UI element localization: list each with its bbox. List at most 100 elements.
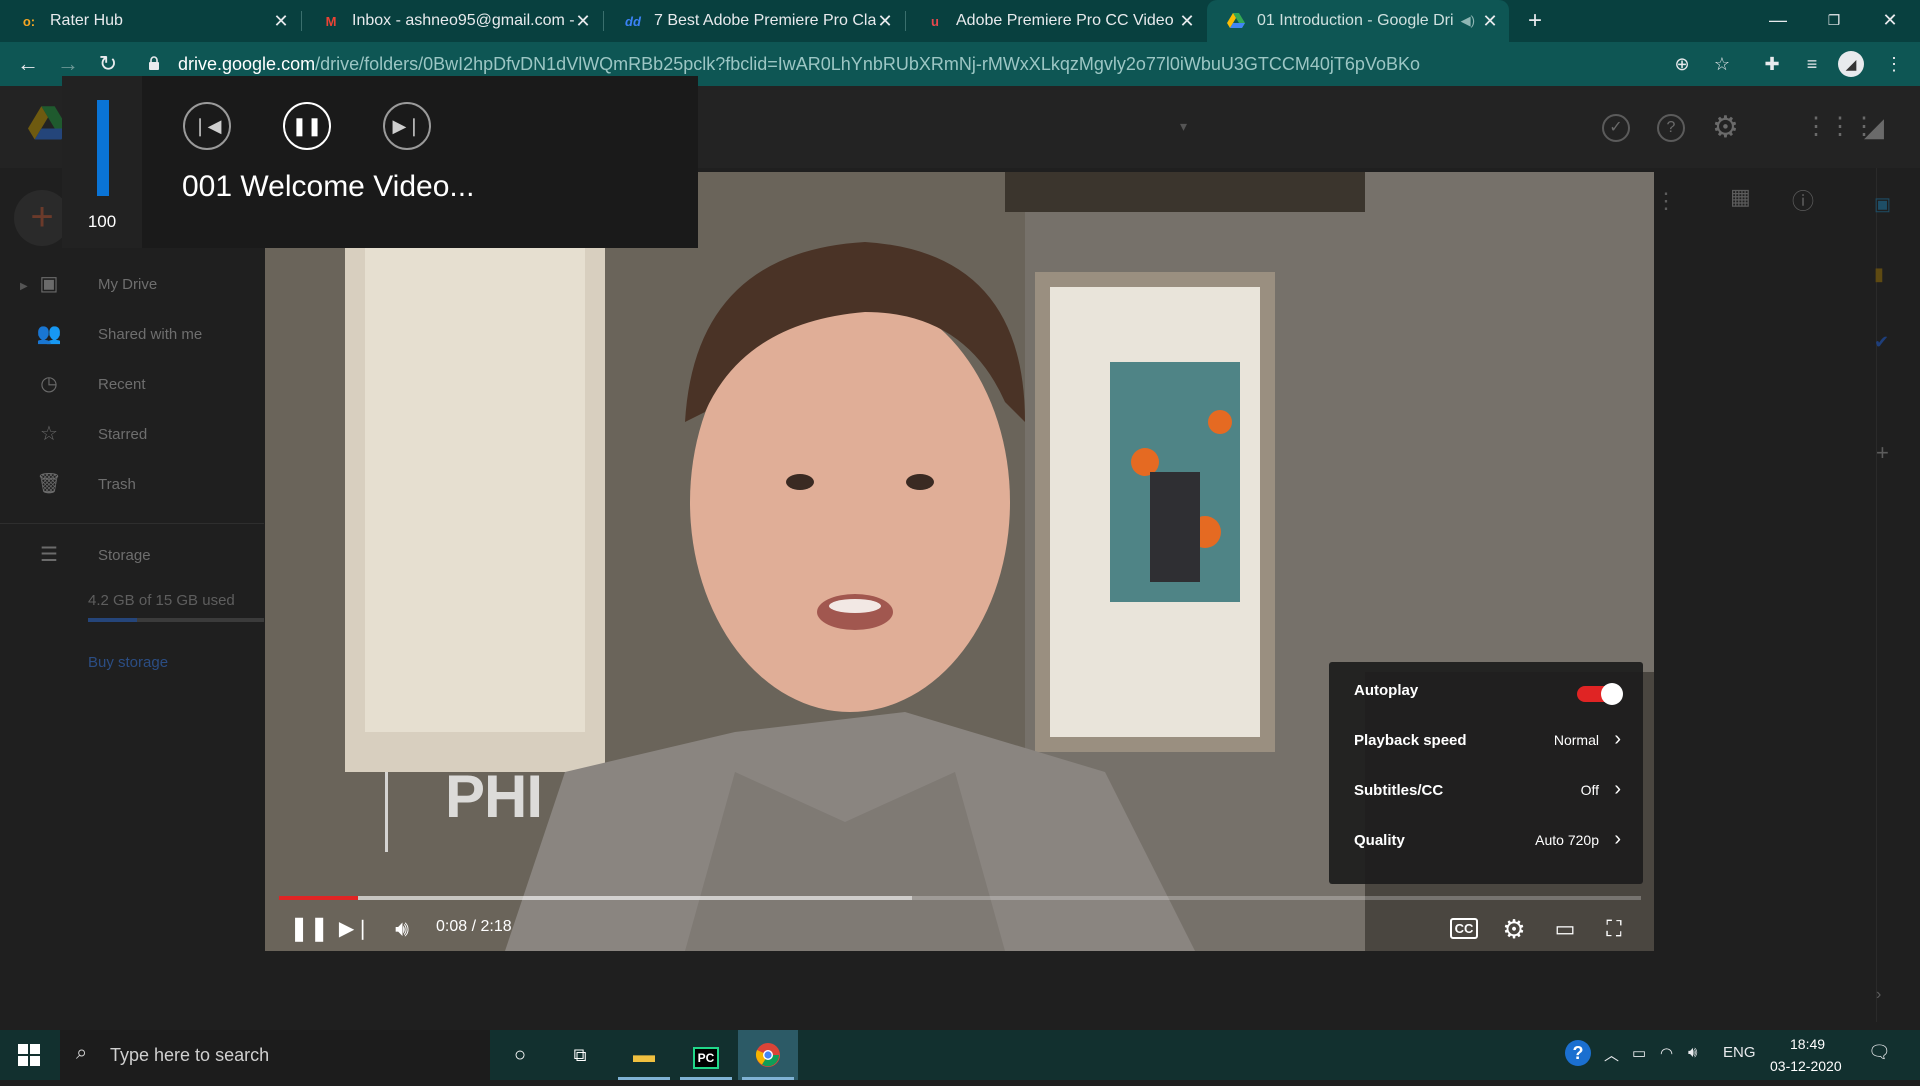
tab-gmail[interactable]: M Inbox - ashneo95@gmail.com - G ✕ — [302, 0, 602, 42]
menu-item-autoplay[interactable]: Autoplay — [1329, 666, 1643, 716]
previous-track-button[interactable]: ❘◀ — [183, 102, 231, 150]
tab-udemy[interactable]: u Adobe Premiere Pro CC Video Ed ✕ — [906, 0, 1206, 42]
wifi-icon[interactable]: ◠ — [1660, 1044, 1673, 1062]
close-icon[interactable]: ✕ — [1481, 11, 1499, 32]
buy-storage-link[interactable]: Buy storage — [88, 654, 168, 671]
collapse-panel-icon[interactable]: › — [1876, 986, 1881, 1004]
sidebar-item-label: Recent — [98, 375, 146, 393]
close-window-button[interactable]: ✕ — [1862, 0, 1918, 40]
subtitles-value: Off — [1580, 782, 1599, 798]
clock-date[interactable]: 03-12-2020 — [1770, 1058, 1842, 1074]
search-placeholder: Type here to search — [110, 1045, 270, 1065]
add-addon-icon[interactable]: + — [1876, 440, 1889, 466]
keep-icon[interactable]: ▮ — [1874, 264, 1884, 285]
volume-icon[interactable]: 🔊︎ — [385, 912, 419, 946]
grid-view-icon[interactable]: ▦ — [1730, 184, 1751, 210]
sidebar-item-my-drive[interactable]: ▣ My Drive — [36, 269, 158, 299]
more-options-icon[interactable]: ⋮ — [1655, 188, 1677, 214]
time-display: 0:08 / 2:18 — [436, 918, 512, 935]
close-icon[interactable]: ✕ — [272, 11, 290, 32]
menu-item-playback-speed[interactable]: Playback speed Normal › — [1329, 716, 1643, 766]
clock-time[interactable]: 18:49 — [1790, 1036, 1825, 1052]
lower-third-text: PHI — [445, 763, 543, 830]
url-path: /drive/folders/0BwI2hpDfvDN1dVlWQmRBb25p… — [315, 54, 1420, 74]
notifications-icon[interactable]: 🗨︎ — [1868, 1042, 1891, 1063]
volume-fill — [97, 100, 109, 196]
help-icon[interactable]: ? — [1657, 114, 1685, 142]
volume-panel[interactable]: 100 — [62, 76, 142, 248]
battery-icon[interactable]: ▭ — [1632, 1044, 1646, 1062]
browser-tab-strip: o: Rater Hub ✕ M Inbox - ashneo95@gmail.… — [0, 0, 1920, 42]
install-icon[interactable]: ⊕ — [1668, 50, 1696, 78]
sidebar-item-storage[interactable]: ☰ Storage — [36, 540, 151, 570]
speaker-icon[interactable]: ◀) — [1461, 13, 1475, 29]
bookmark-star-icon[interactable]: ☆ — [1708, 50, 1736, 78]
side-panel-divider — [1876, 168, 1877, 1022]
menu-item-quality[interactable]: Quality Auto 720p › — [1329, 816, 1643, 866]
extensions-icon[interactable]: ✚ — [1758, 50, 1786, 78]
info-icon[interactable]: ⓘ — [1792, 184, 1814, 216]
volume-value: 100 — [87, 212, 117, 231]
search-options-icon[interactable]: ▾ — [1180, 118, 1187, 135]
restore-button[interactable]: ❐ — [1806, 0, 1862, 40]
media-control-icon[interactable]: ≡ — [1798, 50, 1826, 78]
playback-speed-value: Normal — [1553, 732, 1599, 748]
tab-rater-hub[interactable]: o: Rater Hub ✕ — [0, 0, 300, 42]
taskbar-search[interactable]: ⌕ Type here to search — [60, 1030, 490, 1080]
close-icon[interactable]: ✕ — [1178, 11, 1196, 32]
autoplay-toggle[interactable] — [1577, 683, 1625, 705]
next-track-button[interactable]: ▶❘ — [383, 102, 431, 150]
quality-label: Quality — [1354, 832, 1405, 849]
captions-button[interactable]: CC — [1447, 912, 1481, 946]
sidebar-item-recent[interactable]: ◷ Recent — [36, 369, 146, 399]
file-explorer-icon[interactable]: ▬ — [614, 1030, 674, 1080]
sidebar-item-label: Trash — [98, 475, 136, 493]
pause-button[interactable]: ❚❚ — [289, 912, 329, 946]
sidebar-item-trash[interactable]: 🗑 Trash — [36, 469, 136, 499]
lower-third-line — [385, 772, 388, 852]
progress-bar[interactable] — [279, 896, 1641, 900]
next-button[interactable]: ▶❘ — [338, 912, 372, 946]
windows-start-icon[interactable] — [18, 1044, 40, 1066]
cortana-icon[interactable]: ○ — [490, 1030, 550, 1080]
minimize-button[interactable]: — — [1750, 0, 1806, 40]
expand-arrow-icon[interactable]: ▶ — [20, 281, 28, 292]
udemy-icon: u — [931, 13, 939, 29]
offline-check-icon[interactable]: ✓ — [1602, 114, 1630, 142]
tab-premiere-classes[interactable]: dd 7 Best Adobe Premiere Pro Class ✕ — [604, 0, 904, 42]
video-player[interactable]: PHI Autoplay Playback speed Normal › Sub… — [265, 172, 1654, 951]
close-icon[interactable]: ✕ — [876, 11, 894, 32]
playback-speed-label: Playback speed — [1354, 732, 1467, 749]
help-tray-icon[interactable]: ? — [1565, 1040, 1591, 1066]
tasks-icon[interactable]: ✔ — [1874, 332, 1889, 353]
show-hidden-icons[interactable]: ︿ — [1604, 1044, 1619, 1065]
chrome-menu-icon[interactable]: ⋮ — [1880, 50, 1908, 78]
play-pause-button[interactable]: ❚❚ — [283, 102, 331, 150]
storage-label: Storage — [98, 546, 151, 564]
profile-avatar[interactable]: ◢ — [1838, 51, 1864, 77]
language-indicator[interactable]: ENG — [1723, 1044, 1756, 1061]
sidebar-divider — [0, 523, 264, 524]
chevron-right-icon: › — [1614, 828, 1621, 850]
pycharm-icon[interactable]: PC — [676, 1030, 736, 1080]
chrome-icon[interactable] — [738, 1030, 798, 1080]
back-button[interactable]: ← — [12, 48, 44, 80]
sidebar-item-label: My Drive — [98, 275, 158, 293]
fullscreen-button[interactable]: ⛶ — [1597, 912, 1631, 946]
task-view-icon[interactable]: ⧉ — [550, 1030, 610, 1080]
menu-item-subtitles[interactable]: Subtitles/CC Off › — [1329, 766, 1643, 816]
taskbar: ⌕ Type here to search ○ ⧉ ▬ PC ? ︿ ▭ ◠ 🔊… — [0, 1030, 1920, 1080]
close-icon[interactable]: ✕ — [574, 11, 592, 32]
sidebar-item-shared[interactable]: 👥 Shared with me — [36, 319, 203, 349]
volume-track[interactable] — [97, 100, 109, 196]
settings-gear-icon[interactable]: ⚙ — [1497, 912, 1531, 946]
settings-gear-icon[interactable]: ⚙ — [1712, 110, 1739, 145]
account-icon[interactable]: ◢ — [1864, 112, 1884, 143]
new-tab-button[interactable]: + — [1520, 6, 1550, 36]
calendar-icon[interactable]: ▣ — [1874, 194, 1891, 215]
tab-google-drive[interactable]: 01 Introduction - Google Dri ◀) ✕ — [1207, 0, 1509, 42]
miniplayer-button[interactable]: ▭ — [1548, 912, 1582, 946]
tab-title: Rater Hub — [50, 12, 123, 29]
sidebar-item-starred[interactable]: ☆ Starred — [36, 419, 147, 449]
speaker-icon[interactable]: 🔊︎ — [1688, 1044, 1697, 1061]
